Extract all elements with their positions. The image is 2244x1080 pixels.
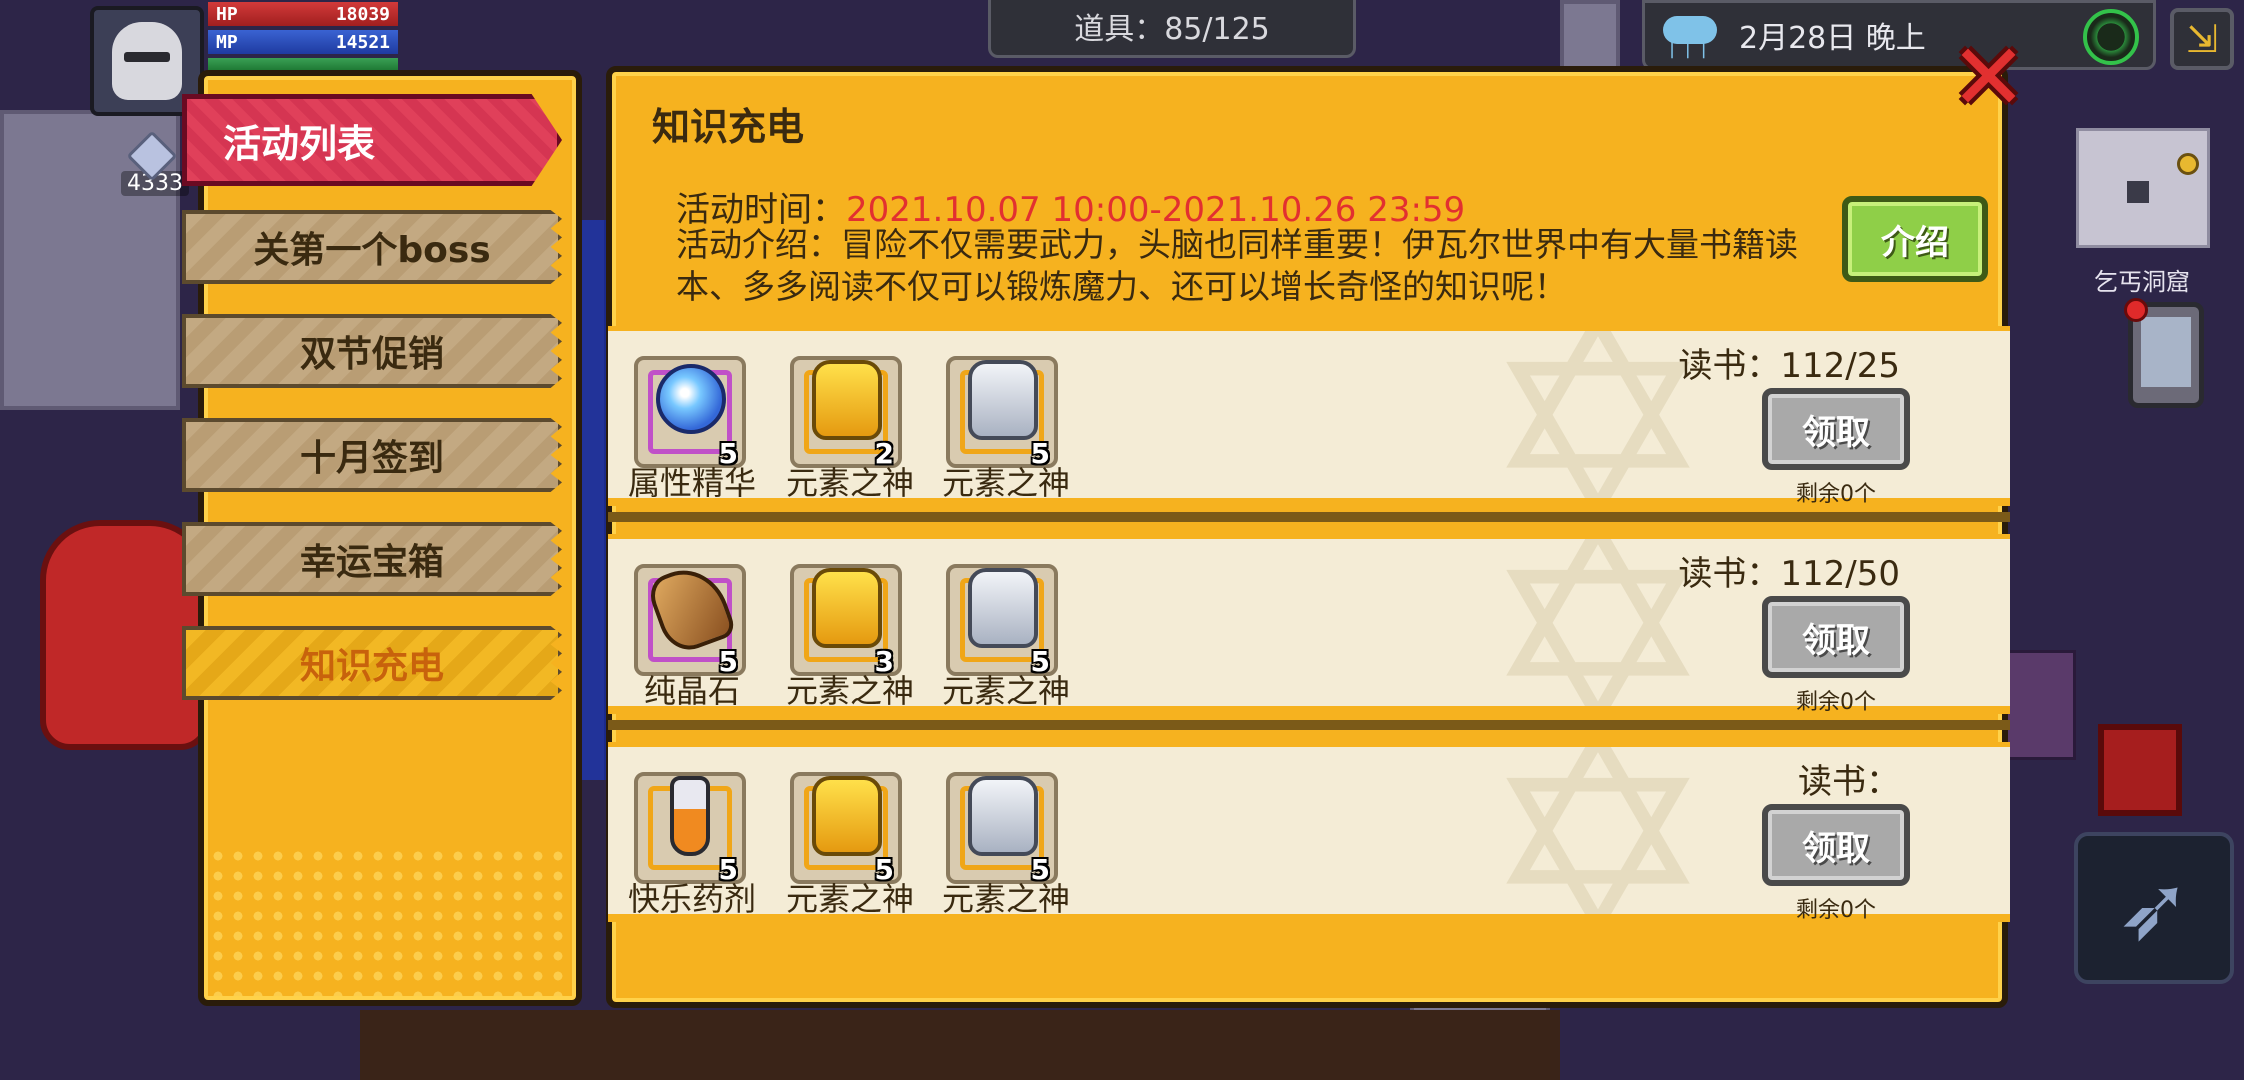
tab-knowledge-charge[interactable]: 知识充电 [182, 626, 562, 700]
panel-pattern [208, 846, 572, 996]
location-label: 乞丐洞窟 [2094, 268, 2190, 296]
item-name: 元素之神 [785, 880, 914, 918]
remaining-count: 剩余0个 [1796, 690, 1876, 715]
reward-item-slot[interactable]: 5 [790, 772, 902, 886]
event-title: 知识充电 [652, 105, 805, 149]
hp-value: 18039 [335, 3, 390, 25]
event-desc-label: 活动介绍： [676, 225, 841, 264]
row-divider [608, 512, 2010, 522]
npc-sprite [2000, 650, 2076, 760]
event-description: 活动介绍：冒险不仅需要武力，头脑也同样重要！伊瓦尔世界中有大量书籍读本、多多阅读… [676, 224, 1826, 308]
reward-item-slot[interactable]: 5 [946, 772, 1058, 886]
reward-item-slot[interactable]: 3 [790, 564, 902, 678]
tab-lucky-chest[interactable]: 幸运宝箱 [182, 522, 562, 596]
event-desc-text: 冒险不仅需要武力，头脑也同样重要！伊瓦尔世界中有大量书籍读本、多多阅读不仅可以锻… [676, 225, 1798, 306]
item-name: 纯晶石 [643, 672, 740, 710]
silver-relic-icon [968, 568, 1038, 648]
gold-relic-icon [812, 776, 882, 856]
row-divider [608, 720, 2010, 730]
mp-bar: MP 14521 [208, 30, 398, 54]
silver-relic-icon [968, 776, 1038, 856]
date-weather-box: 2月28日 晚上 [1642, 0, 2156, 70]
item-name: 快乐药剂 [627, 880, 756, 918]
mp-value: 14521 [335, 31, 390, 53]
exit-icon[interactable]: ⇲ [2170, 8, 2234, 70]
tab-double-festival-sale[interactable]: 双节促销 [182, 314, 562, 388]
close-button[interactable]: ✕ [1950, 32, 2027, 124]
intro-button[interactable]: 介绍 [1842, 196, 1988, 282]
gold-relic-icon [812, 568, 882, 648]
claim-button[interactable]: 领取 [1762, 804, 1910, 886]
claim-button[interactable]: 领取 [1762, 388, 1910, 470]
reward-item-slot[interactable]: 2 [790, 356, 902, 470]
rain-cloud-icon [1659, 10, 1721, 60]
reward-item-slot[interactable]: 5 [634, 558, 746, 678]
claim-button[interactable]: 领取 [1762, 596, 1910, 678]
reward-item-slot[interactable]: 5 [946, 356, 1058, 470]
remaining-count: 剩余0个 [1796, 898, 1876, 923]
item-name: 元素之神 [941, 464, 1070, 502]
remaining-count: 剩余0个 [1796, 482, 1876, 507]
reward-item-slot[interactable]: 5 [634, 356, 746, 470]
red-crate-sprite [2098, 724, 2182, 816]
item-name: 属性精华 [627, 464, 756, 502]
reading-progress: 读书：112/25 [1678, 346, 1900, 386]
date-time-label: 2月28日 晚上 [1739, 21, 1926, 56]
item-name: 元素之神 [941, 880, 1070, 918]
orb-icon [656, 364, 726, 434]
potion-icon [670, 776, 710, 856]
hp-label: HP [216, 3, 238, 25]
furniture-strip [360, 1010, 1560, 1080]
item-name: 元素之神 [785, 672, 914, 710]
tab-boss[interactable]: 关第一个boss [182, 210, 562, 284]
network-globe-icon[interactable] [2083, 9, 2139, 65]
gold-relic-icon [812, 360, 882, 440]
minimap-marker-icon [2177, 153, 2199, 175]
mp-label: MP [216, 31, 238, 53]
reward-item-slot[interactable]: 5 [946, 564, 1058, 678]
event-list-header: 活动列表 [182, 94, 562, 186]
hp-bar: HP 18039 [208, 2, 398, 26]
item-name: 元素之神 [785, 464, 914, 502]
avatar-face [112, 22, 182, 100]
minimap[interactable] [2076, 128, 2210, 248]
sp-bar [208, 58, 398, 70]
notification-dot [2124, 298, 2148, 322]
reading-progress: 读书：112/50 [1678, 554, 1900, 594]
item-name: 元素之神 [941, 672, 1070, 710]
silver-relic-icon [968, 360, 1038, 440]
tab-october-checkin[interactable]: 十月签到 [182, 418, 562, 492]
item-capacity: 道具：85/125 [988, 0, 1356, 58]
bow-weapon-icon[interactable]: ➶ [2074, 832, 2234, 984]
reward-item-slot[interactable]: 5 [634, 772, 746, 886]
